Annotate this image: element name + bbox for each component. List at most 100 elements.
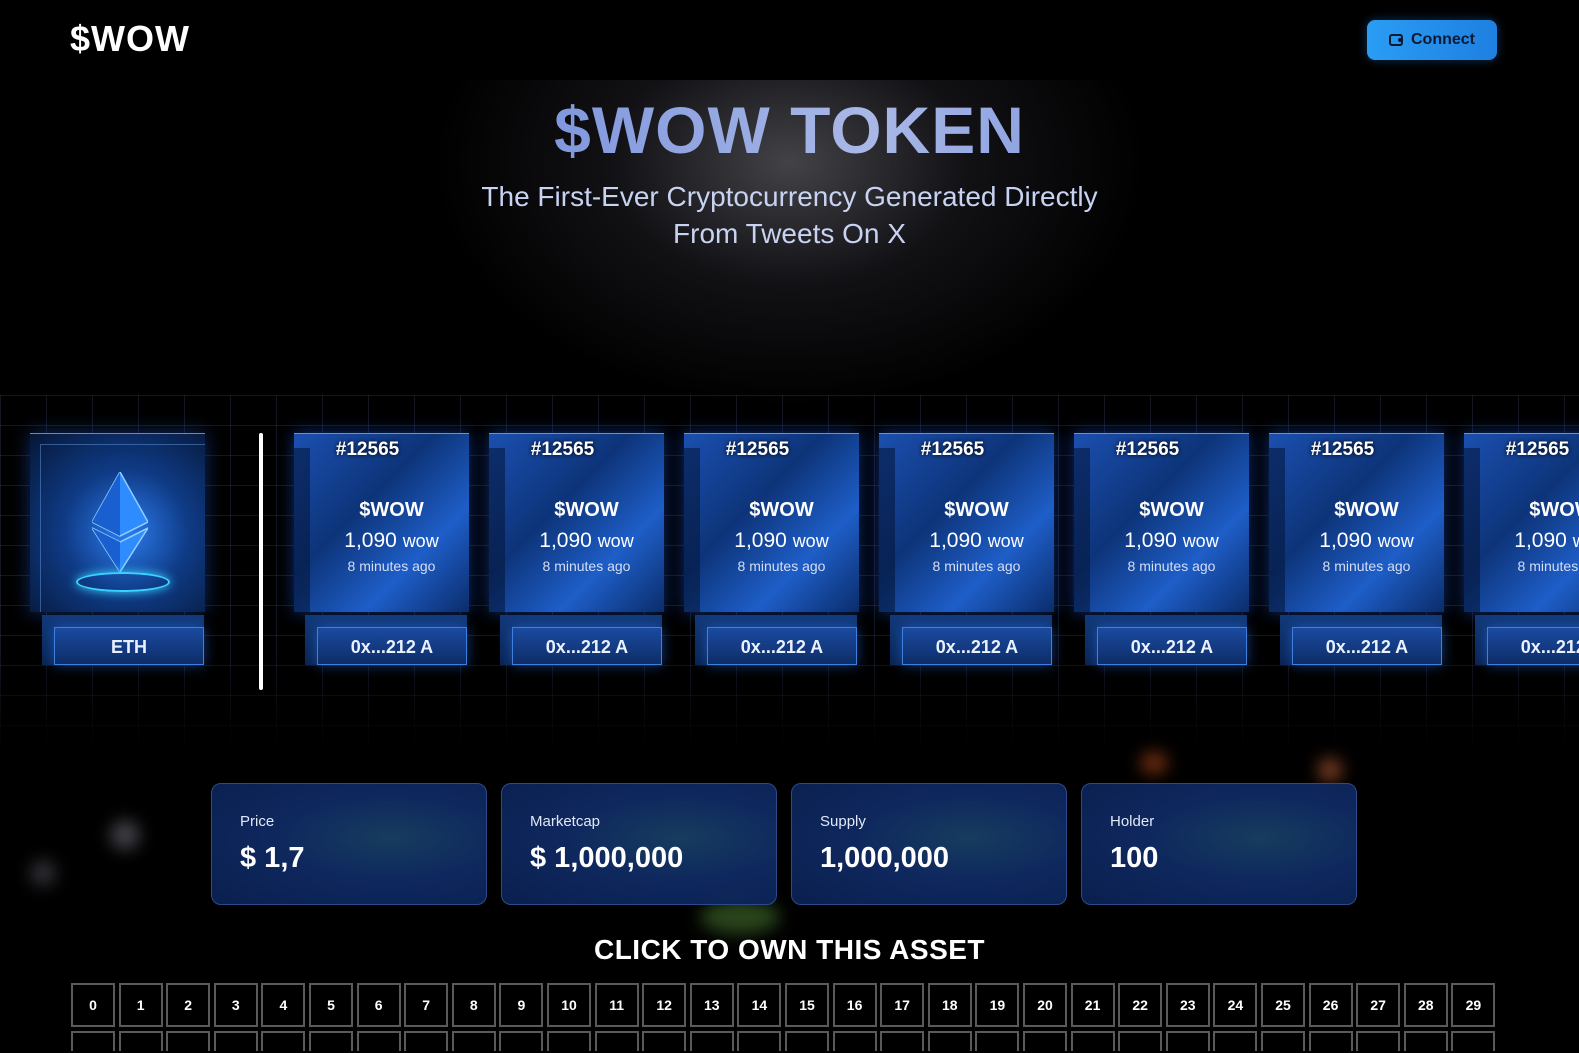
token-cube[interactable]: #12565 $WOW 1,090 wow 8 minutes ago 0x..… — [1464, 433, 1579, 665]
number-cell[interactable]: 21 — [1070, 983, 1115, 1027]
glow-blob — [110, 820, 140, 850]
token-cube-name: $WOW — [1139, 499, 1204, 521]
number-cell[interactable]: 25 — [1261, 983, 1305, 1027]
token-cube-amount-unit: wow — [792, 531, 829, 551]
number-cell-row2[interactable] — [880, 1031, 925, 1051]
number-cell-row2[interactable] — [404, 1031, 449, 1051]
number-cell-row2[interactable] — [1023, 1031, 1067, 1051]
number-cell[interactable]: 24 — [1213, 983, 1258, 1027]
token-cube[interactable]: #12565 $WOW 1,090 wow 8 minutes ago 0x..… — [684, 433, 859, 665]
number-cell-row2[interactable] — [166, 1031, 211, 1051]
number-cell[interactable]: 28 — [1403, 983, 1448, 1027]
number-cell[interactable]: 11 — [594, 983, 639, 1027]
token-cube-amount: 1,090 wow — [1464, 529, 1579, 553]
number-cell[interactable]: 18 — [927, 983, 972, 1027]
token-cube-amount-unit: wow — [402, 531, 439, 551]
token-cube-amount-value: 1,090 — [1319, 529, 1372, 552]
number-cell[interactable]: 5 — [309, 983, 353, 1027]
token-cube-body: #12565 $WOW 1,090 wow 8 minutes ago — [489, 433, 664, 612]
number-cell[interactable]: 29 — [1451, 983, 1496, 1027]
number-cell[interactable]: 16 — [832, 983, 877, 1027]
token-cube-body: #12565 $WOW 1,090 wow 8 minutes ago — [684, 433, 859, 612]
number-cell-row2[interactable] — [213, 1031, 258, 1051]
logo[interactable]: $WOW — [70, 18, 190, 60]
number-cell-row2[interactable] — [689, 1031, 734, 1051]
number-cell[interactable]: 0 — [71, 983, 115, 1027]
number-cell[interactable]: 4 — [261, 983, 306, 1027]
number-cell[interactable]: 3 — [213, 983, 258, 1027]
number-cell-row2[interactable] — [1165, 1031, 1210, 1051]
number-cell-row2[interactable] — [594, 1031, 639, 1051]
number-cell[interactable]: 27 — [1356, 983, 1401, 1027]
number-cell-row2[interactable] — [451, 1031, 496, 1051]
number-cell[interactable]: 15 — [785, 983, 829, 1027]
number-cell[interactable]: 1 — [118, 983, 163, 1027]
number-cell[interactable]: 2 — [166, 983, 211, 1027]
number-cell-row2[interactable] — [1308, 1031, 1353, 1051]
number-cell-row2[interactable] — [1118, 1031, 1163, 1051]
token-cube-amount: 1,090 wow — [1074, 529, 1249, 553]
hero-subtitle-line1: The First-Ever Cryptocurrency Generated … — [481, 181, 1098, 212]
number-cell[interactable]: 23 — [1165, 983, 1210, 1027]
token-cube-name: $WOW — [944, 499, 1009, 521]
number-cell-row2[interactable] — [309, 1031, 353, 1051]
number-cell[interactable]: 8 — [451, 983, 496, 1027]
hero-title: $WOW TOKEN — [0, 92, 1579, 168]
number-cell-row2[interactable] — [1403, 1031, 1448, 1051]
number-cell-row2[interactable] — [71, 1031, 115, 1051]
token-cube[interactable]: #12565 $WOW 1,090 wow 8 minutes ago 0x..… — [1269, 433, 1444, 665]
number-cell-row2[interactable] — [785, 1031, 829, 1051]
number-cell[interactable]: 7 — [404, 983, 449, 1027]
number-cell-row2[interactable] — [547, 1031, 591, 1051]
number-cell-row2[interactable] — [1451, 1031, 1496, 1051]
number-cell[interactable]: 10 — [547, 983, 591, 1027]
token-cube-body: #12565 $WOW 1,090 wow 8 minutes ago — [1074, 433, 1249, 612]
number-cell-row2[interactable] — [118, 1031, 163, 1051]
token-cube-amount-unit: wow — [1377, 531, 1414, 551]
token-cube-amount-unit: wow — [987, 531, 1024, 551]
number-cell[interactable]: 26 — [1308, 983, 1353, 1027]
glow-blob — [700, 900, 780, 934]
number-cell[interactable]: 17 — [880, 983, 925, 1027]
token-cube-id: #12565 — [725, 439, 790, 460]
number-cell-row2[interactable] — [1213, 1031, 1258, 1051]
number-cell-row2[interactable] — [927, 1031, 972, 1051]
number-cell-row2[interactable] — [1070, 1031, 1115, 1051]
number-cell-row2[interactable] — [356, 1031, 401, 1051]
glow-blob — [1318, 758, 1342, 782]
token-cube-name: $WOW — [1334, 499, 1399, 521]
token-cube[interactable]: #12565 $WOW 1,090 wow 8 minutes ago 0x..… — [1074, 433, 1249, 665]
number-cell-row2[interactable] — [737, 1031, 782, 1051]
number-cell[interactable]: 9 — [499, 983, 544, 1027]
token-cube[interactable]: #12565 $WOW 1,090 wow 8 minutes ago 0x..… — [489, 433, 664, 665]
token-cube-body: #12565 $WOW 1,090 wow 8 minutes ago — [879, 433, 1054, 612]
number-cell-row2[interactable] — [261, 1031, 306, 1051]
token-cube-time: 8 minutes ago — [542, 558, 631, 574]
number-cell-row2[interactable] — [832, 1031, 877, 1051]
number-cell[interactable]: 6 — [356, 983, 401, 1027]
ethereum-icon — [92, 472, 148, 572]
divider — [259, 433, 263, 690]
number-cell[interactable]: 12 — [642, 983, 687, 1027]
stat-label: Holder — [1110, 813, 1155, 830]
number-cell[interactable]: 19 — [975, 983, 1020, 1027]
number-cell-row2[interactable] — [499, 1031, 544, 1051]
token-cube[interactable]: #12565 $WOW 1,090 wow 8 minutes ago 0x..… — [879, 433, 1054, 665]
token-cube-body: #12565 $WOW 1,090 wow 8 minutes ago — [1464, 433, 1579, 612]
number-cell-row2[interactable] — [1261, 1031, 1305, 1051]
number-cell[interactable]: 22 — [1118, 983, 1163, 1027]
number-cell[interactable]: 14 — [737, 983, 782, 1027]
number-cell-row2[interactable] — [1356, 1031, 1401, 1051]
token-cube-time: 8 minutes ago — [737, 558, 826, 574]
number-cell[interactable]: 13 — [689, 983, 734, 1027]
number-cell-row2[interactable] — [642, 1031, 687, 1051]
connect-button[interactable]: Connect — [1367, 20, 1497, 60]
number-cell-row2[interactable] — [975, 1031, 1020, 1051]
token-cube-amount-value: 1,090 — [1124, 529, 1177, 552]
token-cube-amount-value: 1,090 — [1514, 529, 1567, 552]
token-cube[interactable]: #12565 $WOW 1,090 wow 8 minutes ago 0x..… — [294, 433, 469, 665]
glow-blob — [1140, 752, 1168, 774]
number-cell[interactable]: 20 — [1023, 983, 1067, 1027]
cta-heading: CLICK TO OWN THIS ASSET — [593, 934, 986, 965]
eth-cube[interactable] — [30, 433, 205, 612]
